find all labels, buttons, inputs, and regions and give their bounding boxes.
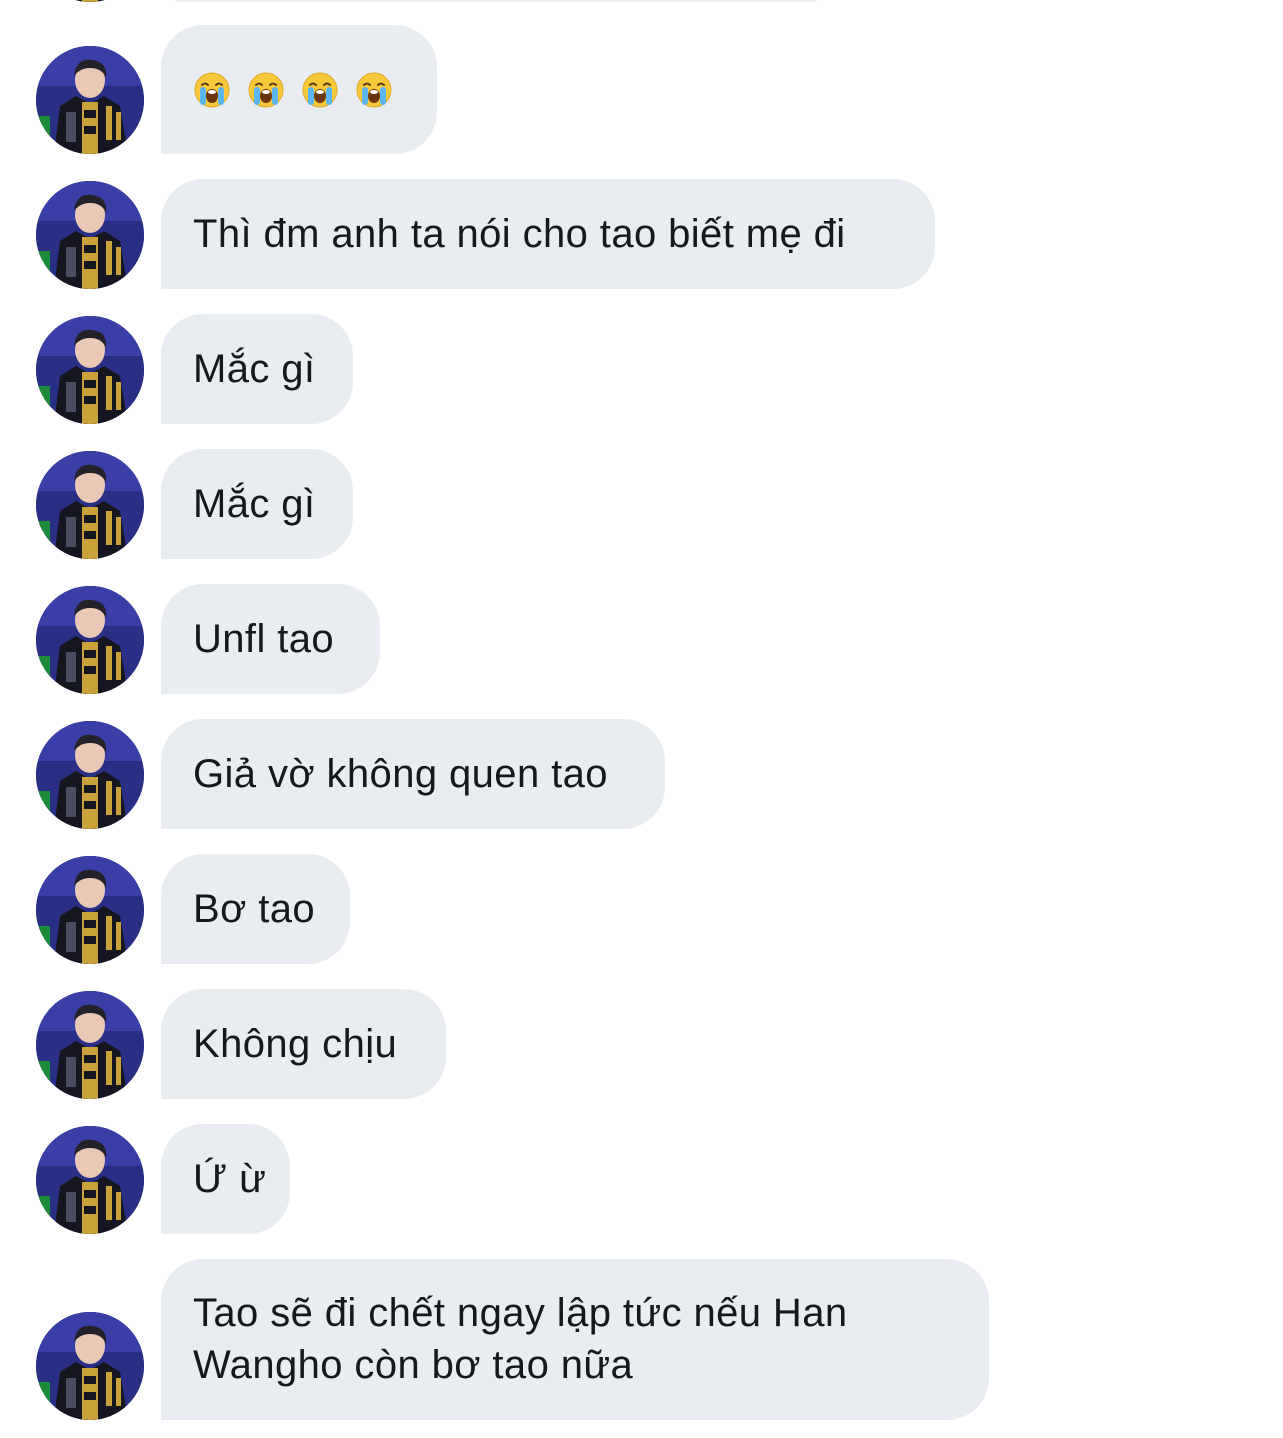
message-text: Mắc gì	[193, 482, 316, 526]
avatar[interactable]	[36, 721, 144, 829]
message-bubble-emoji[interactable]	[161, 25, 437, 154]
message-bubble[interactable]: Giả vờ không quen tao	[161, 719, 665, 829]
message-bubble[interactable]: Bơ tao	[161, 854, 350, 964]
avatar[interactable]	[36, 316, 144, 424]
message-bubble[interactable]: Ứ ừ	[161, 1124, 290, 1234]
message-text: Giả vờ không quen tao	[193, 752, 608, 796]
avatar[interactable]	[36, 1126, 144, 1234]
loudly-crying-face-icon	[301, 71, 339, 109]
avatar[interactable]	[36, 451, 144, 559]
loudly-crying-face-icon	[193, 71, 231, 109]
message-text: Ứ ừ	[193, 1157, 267, 1201]
message-text: Thì đm anh ta nói cho tao biết mẹ đi	[193, 212, 846, 256]
message-bubble-previous[interactable]	[161, 0, 831, 2]
message-bubble[interactable]: Thì đm anh ta nói cho tao biết mẹ đi	[161, 179, 935, 289]
avatar[interactable]	[36, 586, 144, 694]
loudly-crying-face-icon	[355, 71, 393, 109]
message-text: Mắc gì	[193, 347, 316, 391]
avatar[interactable]	[36, 991, 144, 1099]
message-bubble[interactable]: Không chịu	[161, 989, 446, 1099]
message-bubble[interactable]: Mắc gì	[161, 449, 353, 559]
message-thread: Thì đm anh ta nói cho tao biết mẹ đi Mắc…	[0, 0, 1283, 1438]
avatar[interactable]	[36, 0, 144, 2]
message-bubble[interactable]: Unfl tao	[161, 584, 380, 694]
message-text: Không chịu	[193, 1022, 398, 1066]
avatar[interactable]	[36, 856, 144, 964]
emoji-row	[193, 71, 393, 109]
avatar[interactable]	[36, 181, 144, 289]
avatar[interactable]	[36, 46, 144, 154]
message-bubble[interactable]: Mắc gì	[161, 314, 353, 424]
message-bubble[interactable]: Tao sẽ đi chết ngay lập tức nếu Han Wang…	[161, 1259, 989, 1420]
message-text: Tao sẽ đi chết ngay lập tức nếu Han Wang…	[193, 1291, 848, 1387]
message-text: Bơ tao	[193, 887, 316, 931]
loudly-crying-face-icon	[247, 71, 285, 109]
message-text: Unfl tao	[193, 617, 335, 661]
avatar[interactable]	[36, 1312, 144, 1420]
